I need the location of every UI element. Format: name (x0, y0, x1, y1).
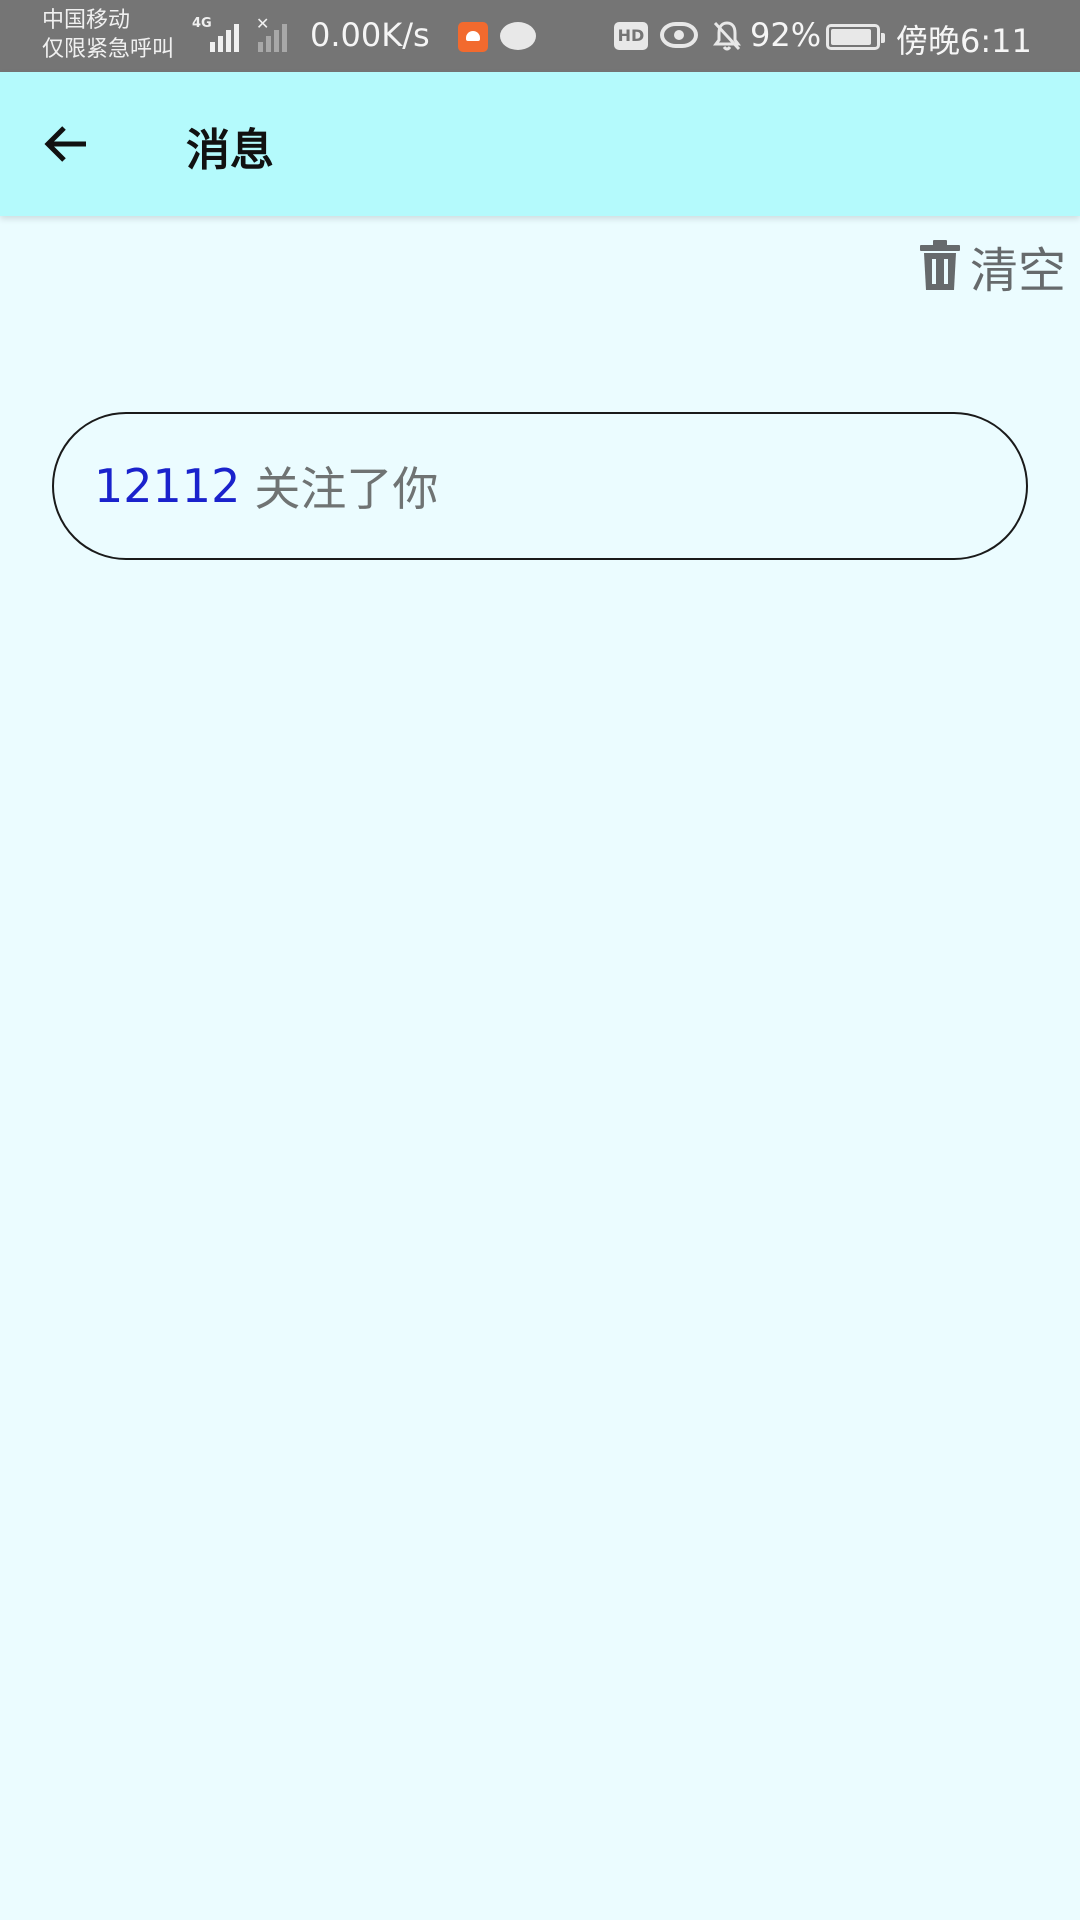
bell-muted-icon (713, 21, 741, 51)
eye-comfort-icon (660, 22, 698, 48)
back-button[interactable] (34, 112, 98, 176)
network-type-label: 4G (192, 16, 212, 31)
net-speed: 0.00K/s (310, 16, 430, 54)
page-title: 消息 (186, 125, 274, 176)
status-bar: 中国移动 仅限紧急呼叫 4G ✕ 0.00K/s HD 92% 傍晚6:11 (0, 0, 1080, 72)
message-text: 关注了你 (254, 462, 439, 516)
chat-icon (500, 22, 536, 50)
battery-percentage: 92% (750, 16, 822, 54)
hd-icon: HD (614, 22, 648, 50)
arrow-left-icon (44, 126, 86, 162)
battery-fill (831, 29, 872, 45)
message-item[interactable]: 12112 关注了你 (52, 412, 1028, 560)
trash-icon (919, 240, 960, 290)
signal-icon (210, 16, 239, 52)
clock: 傍晚6:11 (896, 22, 1032, 60)
battery-icon (826, 24, 885, 50)
message-username[interactable]: 12112 (94, 459, 240, 513)
carrier-name: 中国移动 (42, 8, 131, 33)
carrier-status: 仅限紧急呼叫 (42, 37, 175, 62)
clear-button[interactable]: 清空 (918, 236, 1066, 299)
app-bar: 消息 (0, 72, 1080, 216)
app-notification-icon (458, 22, 488, 52)
no-signal-icon (258, 16, 287, 52)
carrier-info: 中国移动 仅限紧急呼叫 (42, 6, 174, 64)
clear-label: 清空 (969, 243, 1066, 299)
